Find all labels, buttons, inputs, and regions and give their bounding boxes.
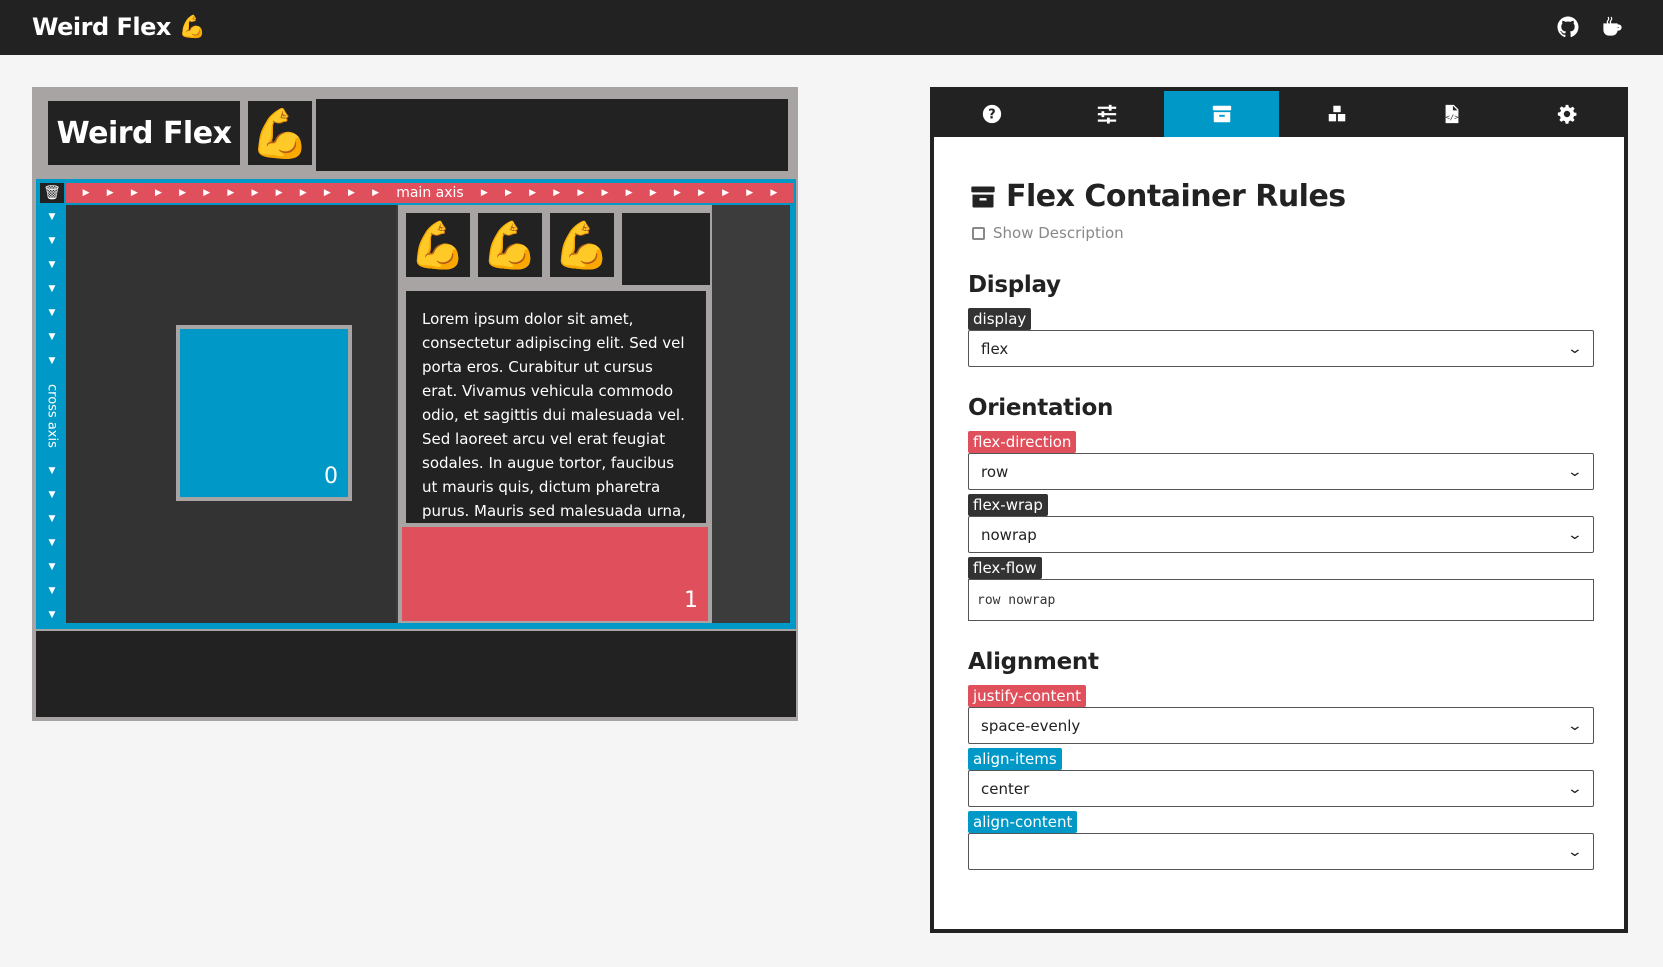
sliders-icon[interactable]	[1049, 91, 1164, 137]
gear-icon[interactable]	[1509, 91, 1624, 137]
flex-wrap-tag: flex-wrap	[968, 494, 1048, 516]
cubes-icon[interactable]	[1279, 91, 1394, 137]
playground-footer	[36, 631, 796, 717]
header-blank-block[interactable]	[316, 99, 788, 171]
show-description-checkbox[interactable]	[972, 226, 985, 240]
chevron-down-icon: ⌄	[1566, 340, 1584, 357]
panel-title: Flex Container Rules	[968, 179, 1598, 214]
main-axis-label: main axis	[396, 185, 464, 201]
archive-icon	[971, 186, 995, 207]
flex-area: 0 💪 💪 💪 Lorem ipsum dolor sit amet, cons…	[66, 205, 790, 623]
flexed-biceps-icon: 💪	[178, 14, 206, 40]
item-number: 1	[684, 588, 698, 613]
top-bar: Weird Flex 💪	[0, 0, 1663, 55]
align-items-value: center	[981, 779, 1030, 798]
lorem-text-block[interactable]: Lorem ipsum dolor sit amet, consectetur …	[406, 291, 706, 544]
archive-icon[interactable]	[1164, 91, 1279, 137]
justify-content-value: space-evenly	[981, 716, 1081, 735]
display-select-value: flex	[981, 339, 1009, 358]
trash-icon[interactable]: 🗑	[40, 183, 64, 203]
flexed-biceps-icon[interactable]: 💪	[478, 213, 542, 277]
flex-wrap-select[interactable]: nowrap ⌄	[968, 516, 1594, 553]
flex-item-1[interactable]: 1	[402, 527, 708, 621]
justify-content-select[interactable]: space-evenly ⌄	[968, 707, 1594, 744]
svg-text:?: ?	[988, 108, 995, 123]
chevron-down-icon: ⌄	[1566, 843, 1584, 860]
coffee-icon[interactable]	[1599, 14, 1625, 40]
flexed-biceps-icon[interactable]: 💪	[550, 213, 614, 277]
display-select[interactable]: flex ⌄	[968, 330, 1594, 367]
flex-direction-tag: flex-direction	[968, 431, 1077, 453]
app-brand[interactable]: Weird Flex 💪	[32, 13, 206, 41]
cross-axis-label: cross axis	[44, 384, 60, 448]
playground-header-title[interactable]: Weird Flex	[48, 101, 240, 165]
align-items-tag: align-items	[968, 748, 1062, 770]
chevron-down-icon: ⌄	[1566, 717, 1584, 734]
flex-direction-select[interactable]: row ⌄	[968, 453, 1594, 490]
main-axis-indicator: ▶ ▶ ▶ ▶ ▶ ▶ ▶ ▶ ▶ ▶ ▶ ▶ ▶ main axis ▶ ▶ ▶ ▶ ▶ ▶ ▶ ▶ ▶ ▶ ▶ ▶ ▶	[66, 183, 794, 203]
github-icon[interactable]	[1555, 14, 1581, 40]
flex-flow-input[interactable]: row nowrap	[968, 579, 1594, 621]
justify-content-tag: justify-content	[968, 685, 1087, 707]
flex-direction-value: row	[981, 462, 1009, 481]
flex-container[interactable]: 🗑 ▶ ▶ ▶ ▶ ▶ ▶ ▶ ▶ ▶ ▶ ▶ ▶ ▶ main axis ▶ ▶ ▶ ▶ ▶ ▶ ▶ ▶ ▶ ▶ ▶ ▶ ▶ …	[36, 179, 796, 629]
panel-tabs: ? </>	[934, 91, 1624, 137]
align-items-select[interactable]: center ⌄	[968, 770, 1594, 807]
flex-flow-tag: flex-flow	[968, 557, 1042, 579]
show-description-label: Show Description	[993, 224, 1124, 242]
display-tag: display	[968, 308, 1032, 330]
cross-axis-indicator: ▼ ▼ ▼ ▼ ▼ ▼ ▼ cross axis ▼ ▼ ▼ ▼ ▼ ▼ ▼	[40, 205, 64, 627]
chevron-down-icon: ⌄	[1566, 526, 1584, 543]
rules-panel: ? </> Flex Container Rules Show Descript…	[930, 87, 1628, 933]
align-content-tag: align-content	[968, 811, 1078, 833]
panel-title-text: Flex Container Rules	[1006, 179, 1346, 214]
flex-playground: Weird Flex 💪 🗑 ▶ ▶ ▶ ▶ ▶ ▶ ▶ ▶ ▶ ▶ ▶ ▶ ▶ main axis ▶…	[32, 87, 798, 721]
align-content-select[interactable]: ⌄	[968, 833, 1594, 870]
alignment-heading: Alignment	[968, 649, 1099, 675]
flex-wrap-value: nowrap	[981, 525, 1037, 544]
item-number: 0	[324, 464, 338, 489]
file-code-icon[interactable]: </>	[1394, 91, 1509, 137]
show-description-toggle[interactable]: Show Description	[968, 224, 1598, 242]
blank-block[interactable]	[622, 213, 710, 285]
app-title: Weird Flex	[32, 13, 171, 41]
svg-text:</>: </>	[1445, 113, 1459, 122]
flexed-biceps-icon[interactable]: 💪	[406, 213, 470, 277]
display-heading: Display	[968, 272, 1061, 298]
flex-item-0[interactable]: 0	[176, 325, 352, 501]
flexed-biceps-icon[interactable]: 💪	[248, 101, 312, 165]
chevron-down-icon: ⌄	[1566, 463, 1584, 480]
flex-item-column[interactable]: 💪 💪 💪 Lorem ipsum dolor sit amet, consec…	[398, 205, 712, 623]
orientation-heading: Orientation	[968, 395, 1114, 421]
help-icon[interactable]: ?	[934, 91, 1049, 137]
chevron-down-icon: ⌄	[1566, 780, 1584, 797]
